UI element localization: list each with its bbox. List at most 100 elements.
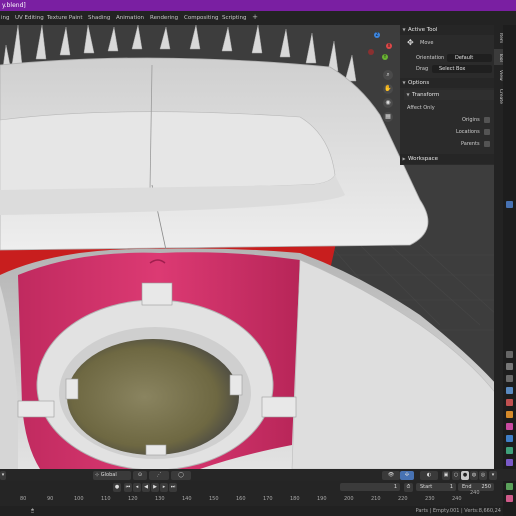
workspace-header[interactable]: ▶ Workspace xyxy=(400,154,494,164)
tab-tool[interactable]: Tool xyxy=(494,49,503,65)
gizmo-neg-x[interactable] xyxy=(368,49,374,55)
material-properties-icon[interactable] xyxy=(506,495,513,502)
play-icon[interactable]: ▶ xyxy=(151,483,159,492)
start-frame-field[interactable]: Start 1 xyxy=(416,483,456,491)
expand-triangle-icon: ▼ xyxy=(402,80,406,85)
frame-number: 180 xyxy=(290,496,300,502)
start-value: 1 xyxy=(449,484,453,490)
active-tool-header[interactable]: ▼ Active Tool xyxy=(400,25,494,35)
tab-uv-editing[interactable]: UV Editing xyxy=(15,13,44,23)
orientation-dropdown[interactable]: ⊹ Global xyxy=(93,470,131,480)
camera-view-icon[interactable]: ◉ xyxy=(383,98,393,108)
frame-number: 210 xyxy=(371,496,381,502)
render-properties-icon[interactable] xyxy=(506,363,513,370)
play-reverse-icon[interactable]: ◀ xyxy=(142,483,150,492)
sidebar-panel: ▼ Active Tool ✥ Move Orientation Default … xyxy=(400,25,494,165)
world-properties-icon[interactable] xyxy=(506,411,513,418)
add-workspace-button[interactable]: + xyxy=(251,13,259,22)
tab-texture-paint[interactable]: Texture Paint xyxy=(47,13,83,23)
frame-number: 120 xyxy=(128,496,138,502)
snap-icon[interactable]: ⋰ xyxy=(149,470,169,480)
expand-triangle-icon: ▼ xyxy=(402,27,406,32)
frame-number: 160 xyxy=(236,496,246,502)
tab-item[interactable]: Item xyxy=(494,29,503,47)
tab-create[interactable]: Create xyxy=(494,85,503,107)
frame-number: 90 xyxy=(47,496,54,502)
proportional-edit-icon[interactable]: ◯ xyxy=(171,470,191,480)
tab-layout[interactable]: ing xyxy=(1,13,10,23)
locations-label: Locations xyxy=(456,129,480,135)
jump-keyframe-forward-icon[interactable]: ▸ xyxy=(160,483,168,492)
physics-properties-icon[interactable] xyxy=(506,459,513,466)
jump-end-icon[interactable]: ⏭ xyxy=(169,483,177,492)
frame-number: 80 xyxy=(20,496,27,502)
orientation-label: Orientation xyxy=(416,55,445,61)
drag-value: Select Box xyxy=(439,66,466,72)
jump-start-icon[interactable]: ⏮ xyxy=(124,483,132,492)
output-properties-icon[interactable] xyxy=(506,375,513,382)
parents-label: Parents xyxy=(461,141,480,147)
view-layer-icon[interactable] xyxy=(506,387,513,394)
gizmo-z-axis[interactable]: Z xyxy=(374,32,380,38)
record-icon[interactable]: ● xyxy=(113,483,121,492)
viewport-header: ▾ ⊹ Global ⊙ ⋰ ◯ 👁 ✣ ◐ ▣ ○ ● ◍ ◎ ▾ xyxy=(0,469,516,481)
orientation-value: Global xyxy=(100,471,117,478)
options-header[interactable]: ▼ Options xyxy=(400,78,494,88)
expand-triangle-icon: ▼ xyxy=(406,92,410,97)
affect-only-label: Affect Only xyxy=(407,105,435,111)
collapse-triangle-icon: ▶ xyxy=(402,156,406,161)
status-text: Parts | Empty.001 | Verts:8,660,24 xyxy=(415,508,501,514)
zoom-icon[interactable]: ⌕ xyxy=(383,70,393,80)
pan-hand-icon[interactable]: ✋ xyxy=(383,84,393,94)
wireframe-shading-icon[interactable]: ○ xyxy=(452,470,460,480)
parents-checkbox[interactable] xyxy=(484,141,490,147)
start-label: Start xyxy=(420,484,433,490)
transform-subheader[interactable]: ▼ Transform xyxy=(404,90,494,100)
perspective-grid-icon[interactable]: ▦ xyxy=(383,112,393,122)
stopwatch-icon[interactable]: ⏱ xyxy=(404,483,413,492)
orientation-dropdown[interactable]: Default xyxy=(447,54,492,62)
gizmo-y-axis[interactable]: Y xyxy=(382,54,388,60)
orientation-value: Default xyxy=(455,55,474,61)
tab-scripting[interactable]: Scripting xyxy=(222,13,246,23)
jump-keyframe-back-icon[interactable]: ◂ xyxy=(133,483,141,492)
tool-name: Move xyxy=(420,40,434,46)
frame-number: 190 xyxy=(317,496,327,502)
locations-checkbox[interactable] xyxy=(484,129,490,135)
end-value: 250 xyxy=(481,484,491,490)
drag-dropdown[interactable]: Select Box xyxy=(432,65,492,73)
data-properties-icon[interactable] xyxy=(506,483,513,490)
move-tool-icon[interactable]: ✥ xyxy=(407,38,417,48)
frame-number: 140 xyxy=(182,496,192,502)
frame-number: 240 xyxy=(470,490,480,496)
title-bar: y.blend] xyxy=(0,0,516,11)
tab-rendering[interactable]: Rendering xyxy=(150,13,178,23)
particles-properties-icon[interactable] xyxy=(506,447,513,454)
frame-number: 130 xyxy=(155,496,165,502)
origins-checkbox[interactable] xyxy=(484,117,490,123)
tab-animation[interactable]: Animation xyxy=(116,13,144,23)
xray-icon[interactable]: ▣ xyxy=(442,470,450,480)
current-frame-field[interactable]: 1 xyxy=(340,483,400,491)
sidebar-tabs: Item Tool View Create xyxy=(494,25,503,469)
solid-shading-icon[interactable]: ● xyxy=(461,470,469,480)
object-properties-icon[interactable] xyxy=(506,423,513,430)
navigation-gizmo[interactable]: Z X Y xyxy=(360,25,396,65)
properties-indicator-icon[interactable] xyxy=(506,201,513,208)
scene-properties-icon[interactable] xyxy=(506,399,513,406)
tab-view[interactable]: View xyxy=(494,67,503,83)
gizmo-x-axis[interactable]: X xyxy=(386,43,392,49)
window-title: y.blend] xyxy=(2,2,26,9)
gizmo-toggle-icon[interactable]: ✣ xyxy=(400,470,414,480)
frame-number: 110 xyxy=(101,496,111,502)
visibility-icon[interactable]: 👁 xyxy=(382,470,400,480)
frame-number: 220 xyxy=(398,496,408,502)
tool-properties-icon[interactable] xyxy=(506,351,513,358)
tab-shading[interactable]: Shading xyxy=(88,13,110,23)
collapse-arrow-icon[interactable]: ▾ xyxy=(0,470,6,480)
timeline[interactable]: ● ⏮ ◂ ◀ ▶ ▸ ⏭ 1 ⏱ Start 1 End 250 80 90 100 1… xyxy=(0,481,503,506)
pivot-point-icon[interactable]: ⊙ xyxy=(133,470,147,480)
tab-compositing[interactable]: Compositing xyxy=(184,13,218,23)
overlays-icon[interactable]: ◐ xyxy=(420,470,438,480)
modifier-properties-icon[interactable] xyxy=(506,435,513,442)
